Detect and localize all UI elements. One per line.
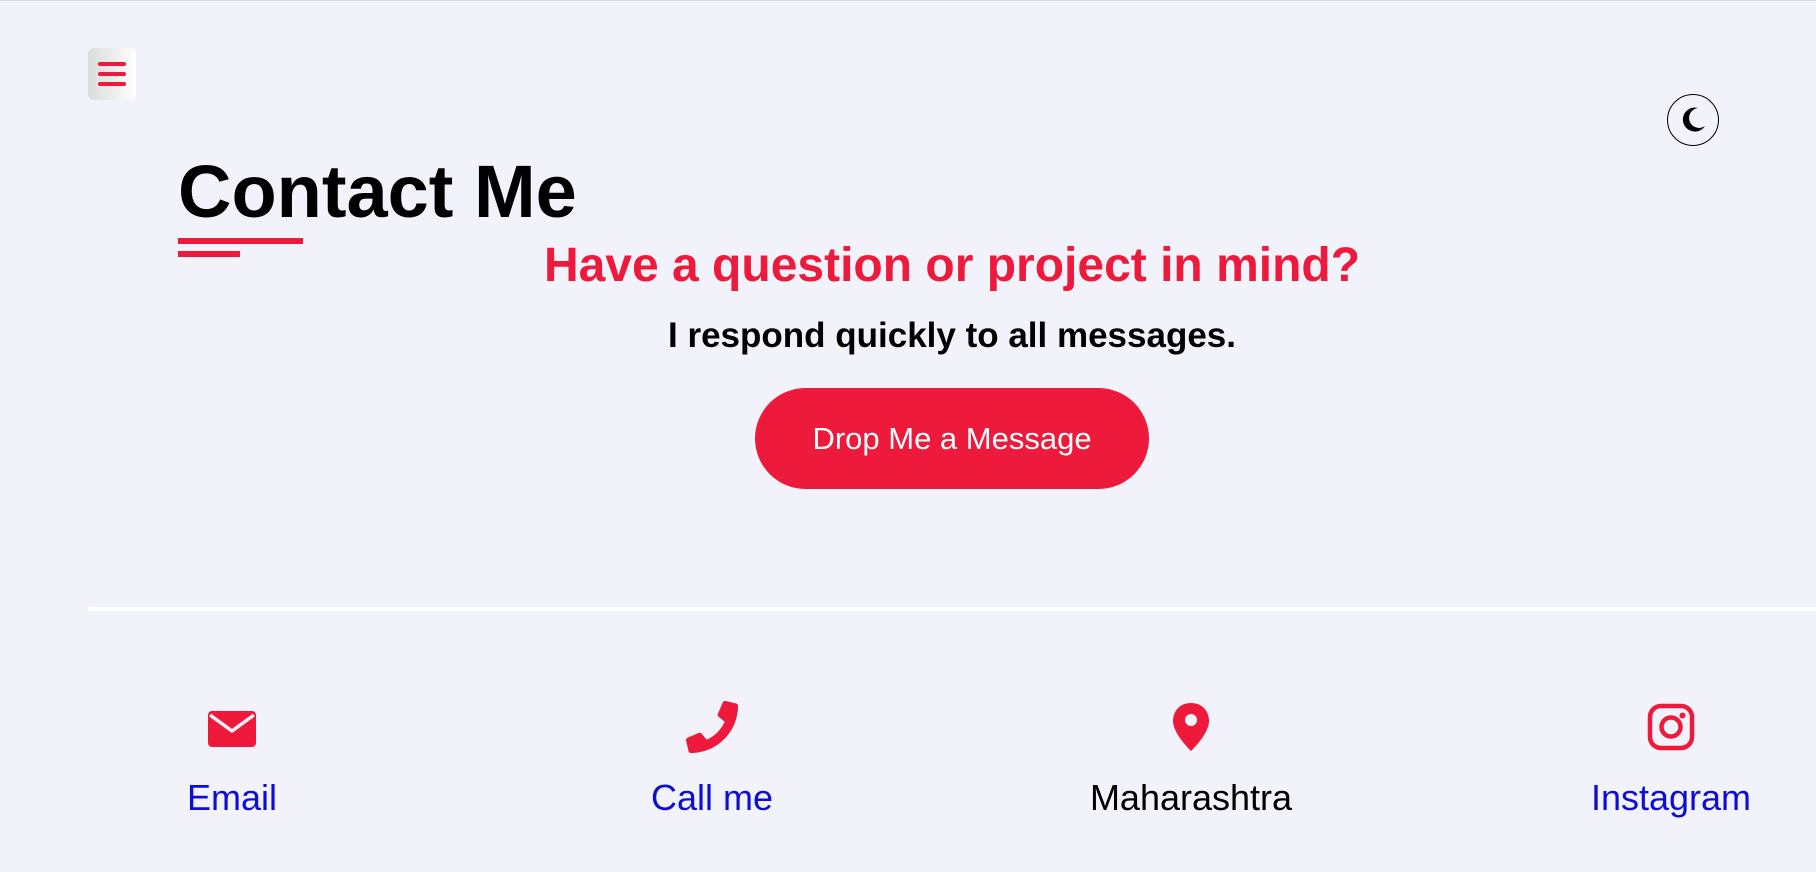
contact-item-email: Email [102, 701, 362, 818]
contact-item-location: Maharashtra [1061, 701, 1321, 818]
contact-item-phone: Call me [582, 701, 842, 818]
instagram-link[interactable]: Instagram [1541, 778, 1801, 818]
contact-subtitle: I respond quickly to all messages. [668, 316, 1236, 355]
email-link[interactable]: Email [102, 778, 362, 818]
contact-item-instagram: Instagram [1541, 701, 1801, 818]
map-pin-icon [1173, 703, 1209, 751]
drop-message-button[interactable]: Drop Me a Message [755, 388, 1149, 489]
page-title: Contact Me [178, 150, 577, 233]
moon-icon [1682, 107, 1705, 132]
contact-question: Have a question or project in mind? [543, 239, 1361, 292]
section-divider [88, 607, 1816, 611]
instagram-icon [1647, 703, 1695, 751]
location-label: Maharashtra [1089, 777, 1293, 818]
call-link[interactable]: Call me [582, 778, 842, 818]
theme-toggle-button[interactable] [1667, 94, 1719, 146]
envelope-icon [208, 711, 256, 747]
phone-icon [686, 701, 738, 753]
menu-button[interactable] [88, 48, 136, 100]
